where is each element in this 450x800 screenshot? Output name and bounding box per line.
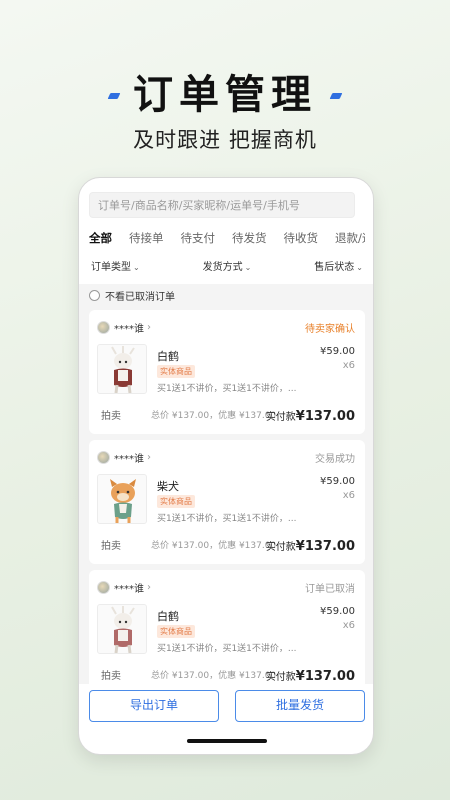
paid-amount: 实付款¥137.00 [266,668,355,684]
chevron-right-icon: › [147,322,151,333]
unit-price: ¥59.00 [320,346,355,357]
ship-method-filter[interactable]: 发货方式 ⌄ [203,258,252,276]
order-status: 交易成功 [315,454,355,465]
chevron-right-icon: › [147,452,151,463]
price-summary: 总价 ¥137.00，优惠 ¥137.00 [151,411,277,421]
promo-subtitle: 及时跟进 把握商机 [133,128,317,152]
product-thumbnail[interactable] [97,344,147,394]
product-type-badge: 实体商品 [157,365,195,378]
tab-pending-accept[interactable]: 待接单 [129,230,164,252]
ship-method-label: 发货方式 [202,262,243,273]
hide-cancelled-toggle[interactable]: 不看已取消订单 [79,284,373,306]
order-tabs: 全部 待接单 待支付 待发货 待收货 退款/退 [89,230,365,252]
hide-cancelled-label: 不看已取消订单 [105,291,175,303]
radio-icon[interactable] [89,289,100,301]
paid-amount: 实付款¥137.00 [266,408,355,424]
bottom-action-bar: 导出订单 批量发货 [79,684,373,728]
product-type-badge: 实体商品 [157,625,195,638]
paid-value: ¥137.00 [295,539,355,554]
product-name: 柴犬 [157,480,179,493]
order-card[interactable]: ****谁 › 待卖家确认 白鹤 实体商品 买1送1不讲价，买1送1不讲价，..… [89,310,365,434]
search-input[interactable]: 订单号/商品名称/买家昵称/运单号/手机号 [89,192,355,218]
paid-label: 实付款 [265,412,296,423]
seller-link[interactable]: ****谁 › [97,450,151,465]
paid-value: ¥137.00 [295,669,355,684]
seller-link[interactable]: ****谁 › [97,320,151,335]
chevron-right-icon: › [147,582,151,593]
paid-value: ¥137.00 [295,409,355,424]
after-sale-filter[interactable]: 售后状态 ⌄ [314,258,363,276]
home-indicator [187,739,267,743]
order-type-filter[interactable]: 订单类型 ⌄ [91,258,140,276]
filter-bar: 订单类型 ⌄ 发货方式 ⌄ 售后状态 ⌄ [91,258,363,276]
promo-text: 买1送1不讲价，买1送1不讲价，... [157,644,297,654]
price-summary: 总价 ¥137.00，优惠 ¥137.00 [151,541,277,551]
product-type-badge: 实体商品 [157,495,195,508]
promo-headline: 订单管理 [0,62,450,120]
unit-price: ¥59.00 [320,606,355,617]
auction-label: 拍卖 [101,411,121,422]
promo-text: 买1送1不讲价，买1送1不讲价，... [157,514,297,524]
batch-ship-button[interactable]: 批量发货 [235,690,365,722]
paid-label: 实付款 [265,672,296,683]
after-sale-label: 售后状态 [314,262,355,273]
accent-dash-left [107,93,121,99]
paid-label: 实付款 [265,542,296,553]
seller-link[interactable]: ****谁 › [97,580,151,595]
order-status: 待卖家确认 [305,324,355,335]
order-card[interactable]: ****谁 › 订单已取消 白鹤 实体商品 买1送1不讲价，买1送1不讲价，..… [89,570,365,684]
unit-price: ¥59.00 [320,476,355,487]
seller-name: ****谁 [114,324,144,335]
product-thumbnail[interactable] [97,604,147,654]
order-type-label: 订单类型 [91,262,131,273]
order-list: 不看已取消订单 ****谁 › 待卖家确认 白鹤 实体商品 买1送1不讲价，买1… [79,284,373,684]
tab-all[interactable]: 全部 [89,230,112,252]
paid-amount: 实付款¥137.00 [266,538,355,554]
promo-title: 订单管理 [133,72,317,118]
tab-refund[interactable]: 退款/退 [335,230,365,252]
quantity: x6 [342,490,355,501]
promo-text: 买1送1不讲价，买1送1不讲价，... [157,384,297,394]
accent-dash-right [329,93,343,99]
quantity: x6 [342,360,355,371]
white-crane-figure-icon [111,346,135,393]
shiba-figure-icon [110,479,136,523]
order-card[interactable]: ****谁 › 交易成功 柴犬 实体商品 买1送1不讲价，买1送1不讲价，...… [89,440,365,564]
seller-name: ****谁 [114,454,144,465]
tab-pending-payment[interactable]: 待支付 [181,230,216,252]
avatar [97,581,110,594]
export-orders-button[interactable]: 导出订单 [89,690,219,722]
product-thumbnail[interactable] [97,474,147,524]
white-crane-figure-icon [111,606,135,653]
auction-label: 拍卖 [101,671,121,682]
order-status: 订单已取消 [305,584,355,595]
chevron-down-icon: ⌄ [244,263,252,272]
quantity: x6 [342,620,355,631]
auction-label: 拍卖 [101,541,121,552]
seller-name: ****谁 [114,584,144,595]
product-name: 白鹤 [157,350,179,363]
avatar [97,321,110,334]
tab-pending-receipt[interactable]: 待收货 [284,230,319,252]
chevron-down-icon: ⌄ [356,263,363,272]
chevron-down-icon: ⌄ [133,263,140,272]
phone-mockup: 订单号/商品名称/买家昵称/运单号/手机号 全部 待接单 待支付 待发货 待收货… [78,177,374,755]
product-name: 白鹤 [157,610,179,623]
tab-pending-shipment[interactable]: 待发货 [232,230,267,252]
avatar [97,451,110,464]
price-summary: 总价 ¥137.00，优惠 ¥137.00 [151,671,277,681]
